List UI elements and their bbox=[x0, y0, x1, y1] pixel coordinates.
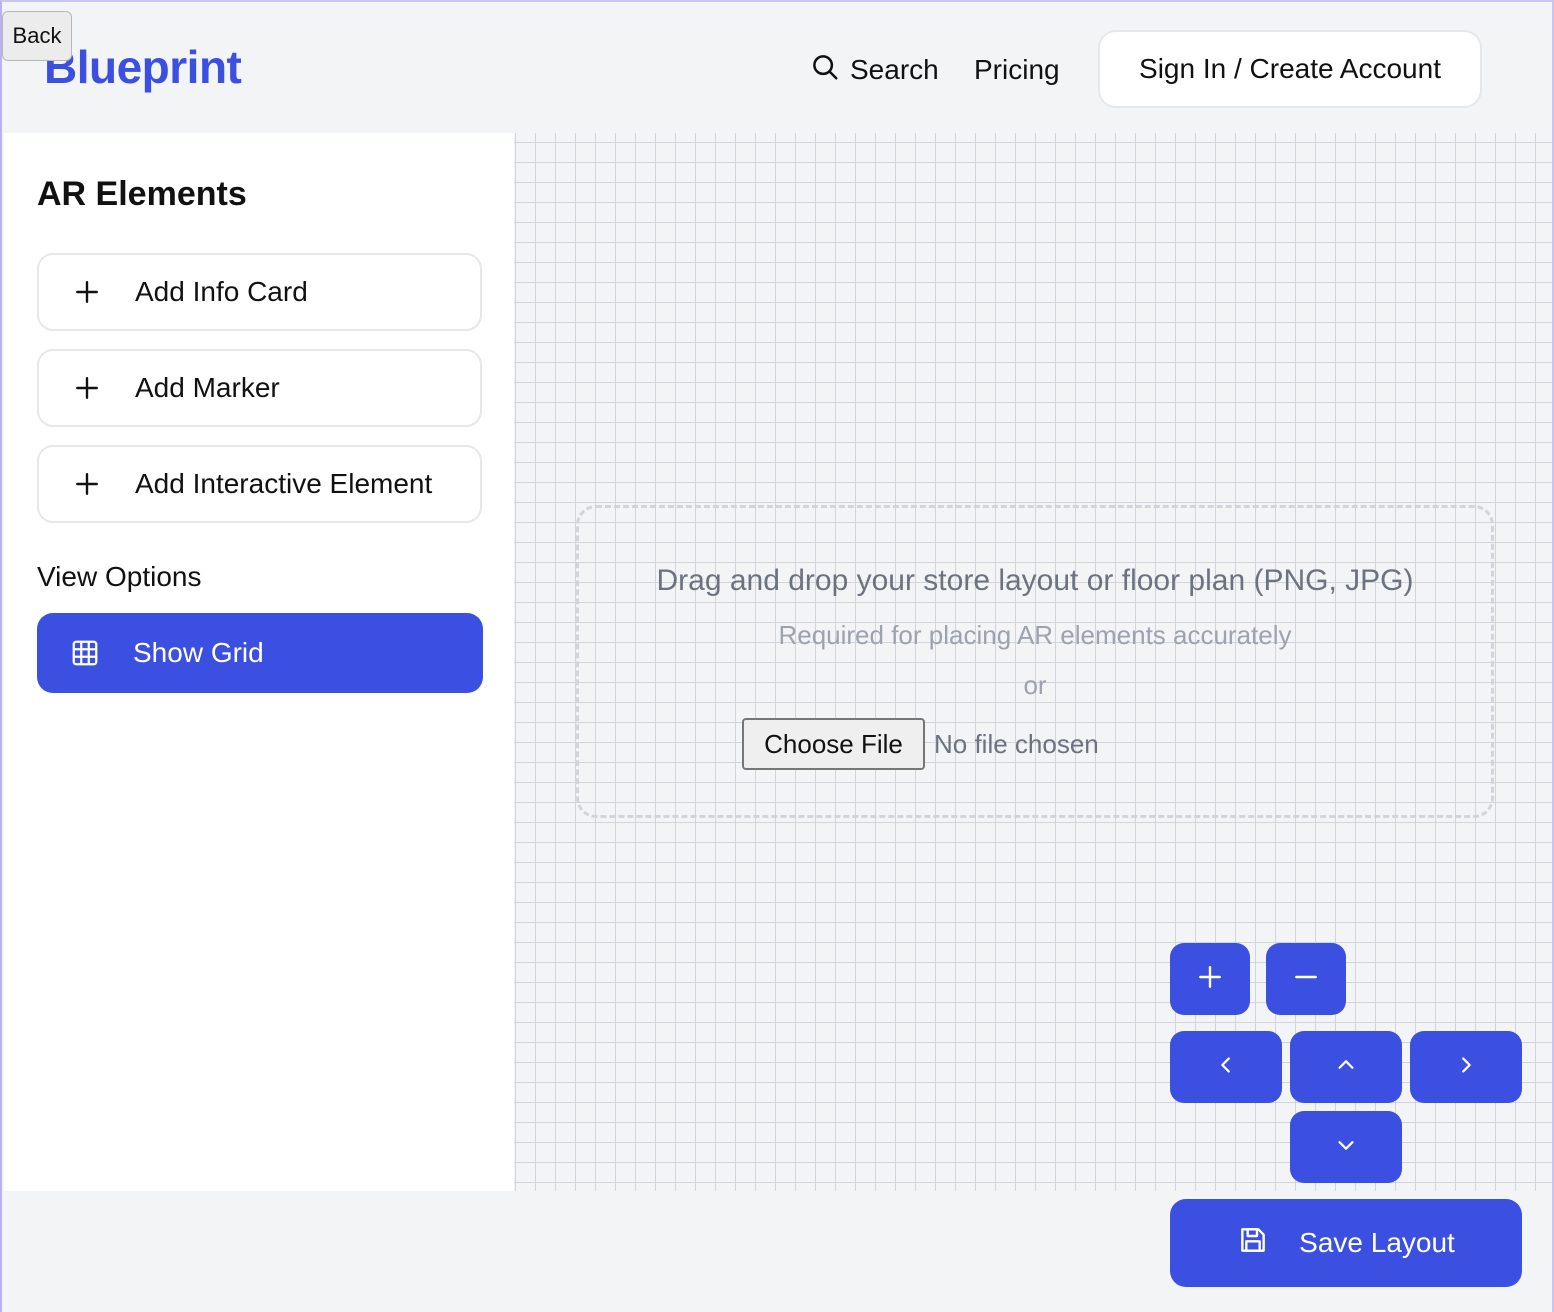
zoom-in-button[interactable] bbox=[1170, 943, 1250, 1015]
nav-search-link[interactable]: Search bbox=[810, 50, 939, 90]
pan-left-button[interactable] bbox=[1170, 1031, 1282, 1103]
brand-logo[interactable]: Blueprint bbox=[44, 40, 242, 94]
minus-icon bbox=[1293, 964, 1319, 995]
search-icon bbox=[810, 52, 840, 89]
chevron-down-icon bbox=[1335, 1134, 1357, 1161]
pan-right-button[interactable] bbox=[1410, 1031, 1522, 1103]
plus-icon bbox=[39, 279, 135, 305]
back-button[interactable]: Back bbox=[2, 11, 72, 61]
sidebar-title: AR Elements bbox=[37, 175, 247, 213]
nav-search-label: Search bbox=[850, 54, 939, 85]
add-button-label: Add Marker bbox=[135, 372, 280, 403]
chevron-up-icon bbox=[1335, 1054, 1357, 1081]
pan-up-button[interactable] bbox=[1290, 1031, 1402, 1103]
app-frame: Back Blueprint Search Pricing Sign In / … bbox=[0, 0, 1554, 1312]
add-button-label: Add Interactive Element bbox=[135, 468, 433, 499]
nav-pricing-link[interactable]: Pricing bbox=[974, 50, 1060, 90]
pan-down-button[interactable] bbox=[1290, 1111, 1402, 1183]
add-interactive-element-button[interactable]: Add Interactive Element bbox=[37, 445, 482, 523]
plus-icon bbox=[39, 375, 135, 401]
view-options-label: View Options bbox=[37, 561, 202, 592]
show-grid-label: Show Grid bbox=[133, 637, 264, 668]
choose-file-button[interactable]: Choose File bbox=[742, 718, 925, 770]
add-marker-button[interactable]: Add Marker bbox=[37, 349, 482, 427]
chevron-left-icon bbox=[1215, 1054, 1237, 1081]
add-info-card-button[interactable]: Add Info Card bbox=[37, 253, 482, 331]
file-input: Choose File No file chosen bbox=[742, 718, 1099, 770]
chevron-right-icon bbox=[1455, 1054, 1477, 1081]
add-button-label: Add Info Card bbox=[135, 276, 308, 307]
save-icon bbox=[1237, 1224, 1269, 1263]
dropzone-hint: Required for placing AR elements accurat… bbox=[778, 620, 1292, 650]
plus-icon bbox=[39, 471, 135, 497]
dropzone-instructions: Drag and drop your store layout or floor… bbox=[656, 564, 1414, 597]
dropzone-or: or bbox=[1023, 670, 1047, 700]
grid-icon bbox=[37, 638, 133, 668]
save-layout-button[interactable]: Save Layout bbox=[1170, 1199, 1522, 1287]
save-layout-label: Save Layout bbox=[1299, 1227, 1455, 1258]
file-dropzone[interactable]: Drag and drop your store layout or floor… bbox=[576, 505, 1494, 818]
zoom-out-button[interactable] bbox=[1266, 943, 1346, 1015]
sidebar: AR Elements Add Info Card Add Marker Add… bbox=[4, 133, 514, 1191]
plus-icon bbox=[1197, 964, 1223, 995]
sign-in-button[interactable]: Sign In / Create Account bbox=[1098, 30, 1482, 108]
file-status: No file chosen bbox=[934, 728, 1099, 759]
show-grid-toggle[interactable]: Show Grid bbox=[37, 613, 483, 693]
